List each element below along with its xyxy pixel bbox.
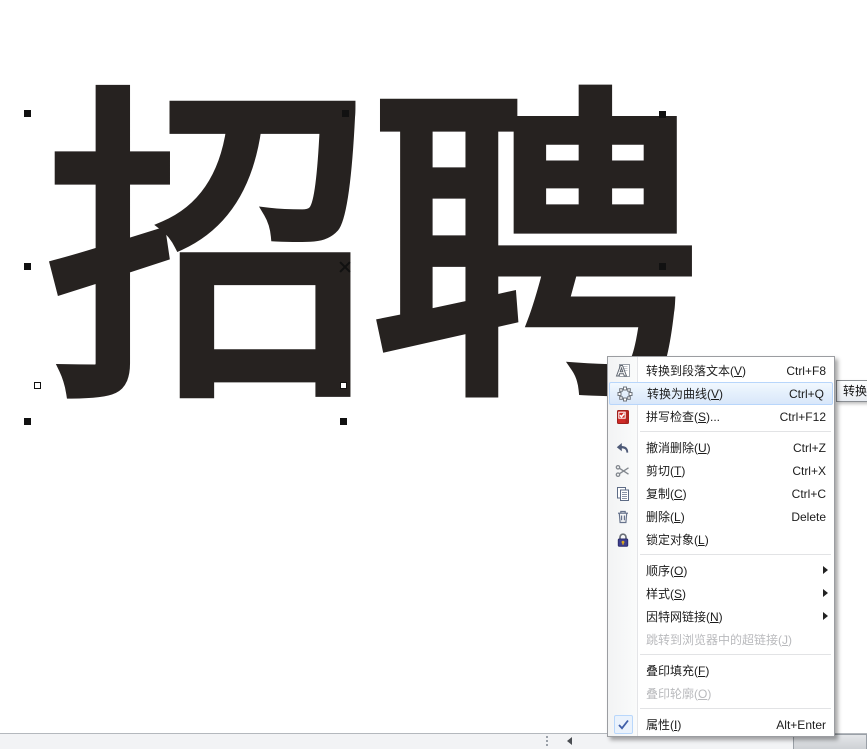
- scroll-left-button[interactable]: [558, 733, 580, 749]
- menu-item-internet-links[interactable]: 因特网链接(N): [608, 605, 834, 628]
- menu-item-label: 删除(L): [646, 508, 685, 525]
- menu-item-shortcut: Ctrl+Q: [789, 387, 826, 401]
- scroll-left-icon: [567, 737, 572, 745]
- selection-handle-top-left[interactable]: [24, 110, 31, 117]
- selection-handle-bottom-left[interactable]: [24, 418, 31, 425]
- spellcheck-icon: [608, 409, 638, 425]
- menu-item-label: 因特网链接(N): [646, 608, 723, 625]
- undo-icon: [608, 440, 638, 456]
- menu-item-cut[interactable]: 剪切(T) Ctrl+X: [608, 459, 834, 482]
- menu-item-jump-to-hyperlink-in-browser: 跳转到浏览器中的超链接(J): [608, 628, 834, 651]
- menu-item-shortcut: Ctrl+F8: [786, 364, 828, 378]
- resize-gripper-icon[interactable]: [546, 736, 548, 738]
- menu-item-shortcut: Ctrl+F12: [780, 410, 828, 424]
- menu-separator: [640, 554, 831, 555]
- menu-item-spell-check[interactable]: 拼写检查(S)... Ctrl+F12: [608, 405, 834, 428]
- selection-handle-middle-right[interactable]: [659, 263, 666, 270]
- menu-item-label: 复制(C): [646, 485, 687, 502]
- menu-item-check: [608, 715, 638, 734]
- tooltip: 转换为曲线: [836, 380, 867, 402]
- submenu-arrow-icon: [823, 612, 828, 620]
- menu-item-overprint-outline: 叠印轮廓(O): [608, 682, 834, 705]
- paragraph-text-icon: [608, 363, 638, 379]
- lock-icon: [608, 532, 638, 548]
- menu-item-label: 叠印轮廓(O): [646, 685, 711, 702]
- context-menu: 转换到段落文本(V) Ctrl+F8 转换为曲线(V) Ctrl+Q 拼写检查(S)..…: [607, 356, 835, 737]
- menu-item-label: 转换到段落文本(V): [646, 362, 746, 379]
- menu-item-label: 剪切(T): [646, 462, 685, 479]
- menu-item-copy[interactable]: 复制(C) Ctrl+C: [608, 482, 834, 505]
- selection-handle-bottom-middle[interactable]: [340, 418, 347, 425]
- menu-item-label: 撤消删除(U): [646, 439, 711, 456]
- menu-item-properties[interactable]: 属性(I) Alt+Enter: [608, 713, 834, 736]
- menu-item-convert-to-paragraph-text[interactable]: 转换到段落文本(V) Ctrl+F8: [608, 359, 834, 382]
- menu-item-undo-delete[interactable]: 撤消删除(U) Ctrl+Z: [608, 436, 834, 459]
- selected-text-object[interactable]: 招聘: [46, 88, 694, 418]
- menu-separator: [640, 654, 831, 655]
- menu-item-label: 样式(S): [646, 585, 686, 602]
- selection-handle-top-right[interactable]: [659, 111, 666, 118]
- menu-item-order[interactable]: 顺序(O): [608, 559, 834, 582]
- app-canvas-viewport: { "canvas": { "text": "招聘" }, "tooltip":…: [0, 0, 867, 749]
- context-menu-items: 转换到段落文本(V) Ctrl+F8 转换为曲线(V) Ctrl+Q 拼写检查(S)..…: [608, 357, 834, 736]
- menu-item-overprint-fill[interactable]: 叠印填充(F): [608, 659, 834, 682]
- menu-item-lock-object[interactable]: 锁定对象(L): [608, 528, 834, 551]
- menu-item-shortcut: Delete: [791, 510, 828, 524]
- curve-nodes-icon: [610, 386, 639, 402]
- selection-handle-top-middle[interactable]: [342, 110, 349, 117]
- object-center-marker[interactable]: [339, 261, 351, 273]
- menu-item-label: 转换为曲线(V): [647, 385, 723, 402]
- text-node-handle-middle[interactable]: [340, 382, 347, 389]
- menu-item-shortcut: Ctrl+X: [792, 464, 828, 478]
- menu-separator: [640, 708, 831, 709]
- trash-icon: [608, 509, 638, 525]
- menu-separator: [640, 431, 831, 432]
- menu-item-shortcut: Alt+Enter: [776, 718, 828, 732]
- menu-item-label: 跳转到浏览器中的超链接(J): [646, 631, 792, 648]
- menu-item-delete[interactable]: 删除(L) Delete: [608, 505, 834, 528]
- menu-item-label: 属性(I): [646, 716, 681, 733]
- submenu-arrow-icon: [823, 566, 828, 574]
- scissors-icon: [608, 463, 638, 479]
- menu-item-shortcut: Ctrl+C: [792, 487, 828, 501]
- menu-item-label: 顺序(O): [646, 562, 687, 579]
- selection-handle-middle-left[interactable]: [24, 263, 31, 270]
- menu-item-convert-to-curves[interactable]: 转换为曲线(V) Ctrl+Q: [609, 382, 833, 405]
- menu-item-label: 拼写检查(S)...: [646, 408, 720, 425]
- menu-item-shortcut: Ctrl+Z: [793, 441, 828, 455]
- text-node-handle-left[interactable]: [34, 382, 41, 389]
- copy-icon: [608, 486, 638, 502]
- menu-item-styles[interactable]: 样式(S): [608, 582, 834, 605]
- menu-item-label: 锁定对象(L): [646, 531, 709, 548]
- checkmark-icon: [614, 715, 633, 734]
- submenu-arrow-icon: [823, 589, 828, 597]
- menu-item-label: 叠印填充(F): [646, 662, 709, 679]
